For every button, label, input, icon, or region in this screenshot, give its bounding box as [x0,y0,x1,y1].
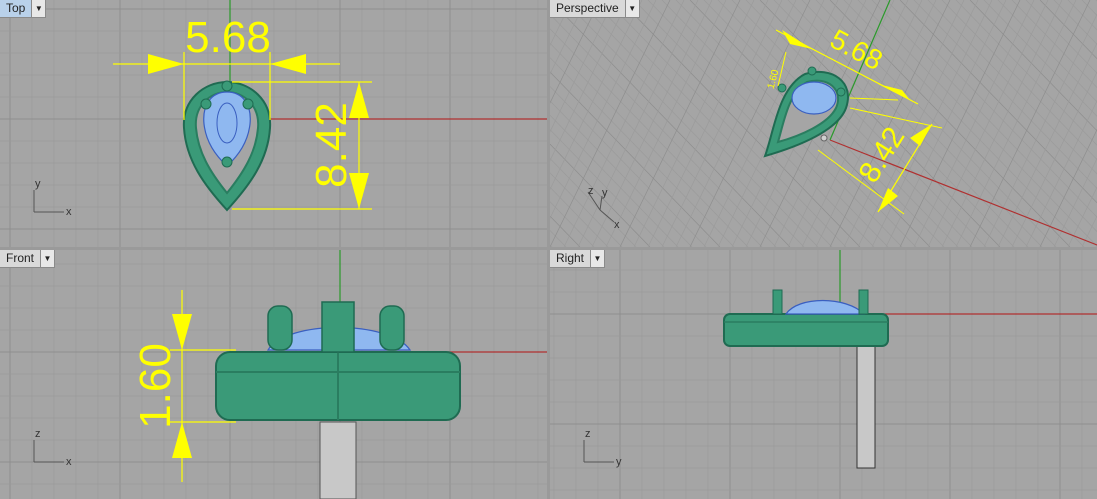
setting-front[interactable] [215,301,461,499]
viewport-right[interactable]: y z Right ▼ [550,250,1097,499]
right-view-scene[interactable]: y z [550,250,1097,499]
grid-line [1081,0,1097,16]
axis-widget: x y [33,178,72,218]
dimension-width-text: 5.68 [185,13,271,62]
tab-front[interactable]: Front ▼ [0,250,56,268]
chevron-down-icon[interactable]: ▼ [624,0,639,17]
grid-line [550,71,721,247]
axis-widget: y z [583,428,622,468]
axis-widget: x z [33,428,72,468]
axis-x-label: x [66,206,72,218]
grid-line [969,0,1097,132]
grid-line [997,42,1097,247]
grid [550,250,1097,499]
dimension-height-text: 8.42 [307,102,356,188]
grid-line [1039,128,1097,247]
axis-z-label: z [35,428,41,440]
viewport-top[interactable]: 5.68 8.42 x y Top ▼ [0,0,547,247]
grid-line [550,129,665,247]
dimension-height-text: 1.60 [131,343,180,429]
tab-front-label: Front [6,251,35,265]
axis-x-label: x [66,456,72,468]
perspective-view-scene[interactable]: 5.68 8.42 1.60 x y z [550,0,1097,247]
front-view-scene[interactable]: 1.60 x z [0,250,547,499]
axis-widget: x y z [587,185,620,231]
grid-line [1011,0,1097,88]
post [319,421,357,499]
grid-line [550,0,657,219]
grid-line [899,0,1097,204]
grid-line [550,0,601,104]
grid-line [1081,215,1097,247]
grid-line [997,0,1097,103]
gem [784,299,866,315]
grid-line [983,13,1097,247]
axis-z-label: z [585,428,591,440]
axis-x-label: x [614,219,620,231]
grid-line [1011,71,1097,247]
grid-line [550,100,693,247]
dimension-width-text: 5.68 [825,23,888,76]
grid-line [871,0,1097,233]
chevron-down-icon[interactable]: ▼ [40,250,55,267]
axis-y-label: y [616,456,622,468]
gem [791,81,837,115]
post [856,341,876,469]
grid-line [550,0,573,47]
grid-line [550,215,581,247]
axis-y-label: y [35,178,41,190]
grid-line [550,186,609,247]
tab-perspective[interactable]: Perspective ▼ [550,0,640,18]
grid-line [550,0,629,162]
grid-line [550,244,553,247]
chevron-down-icon[interactable]: ▼ [590,250,605,267]
grid-line [550,42,749,247]
axis-y-label: y [602,187,608,199]
grid-line [550,13,777,247]
tab-top[interactable]: Top ▼ [0,0,47,18]
tab-right-label: Right [556,251,585,265]
grid-line [983,0,1097,117]
grid-line [1053,157,1097,247]
viewport-front[interactable]: 1.60 x z Front ▼ [0,250,547,499]
tab-right[interactable]: Right ▼ [550,250,606,268]
viewport-perspective[interactable]: 5.68 8.42 1.60 x y z Perspective ▼ [550,0,1097,247]
setting-right[interactable] [723,289,889,469]
chevron-down-icon[interactable]: ▼ [31,0,46,17]
axis-z-label: z [588,185,594,197]
tab-perspective-label: Perspective [556,1,619,15]
grid-line [550,157,637,247]
top-view-scene[interactable]: 5.68 8.42 x y [0,0,547,247]
grid-line [913,0,1097,189]
grid-line [1039,0,1097,60]
grid [0,0,547,247]
pear-setting[interactable] [182,80,272,212]
grid-line [1053,0,1097,45]
tab-top-label: Top [0,0,32,17]
grid-line [941,0,1097,161]
